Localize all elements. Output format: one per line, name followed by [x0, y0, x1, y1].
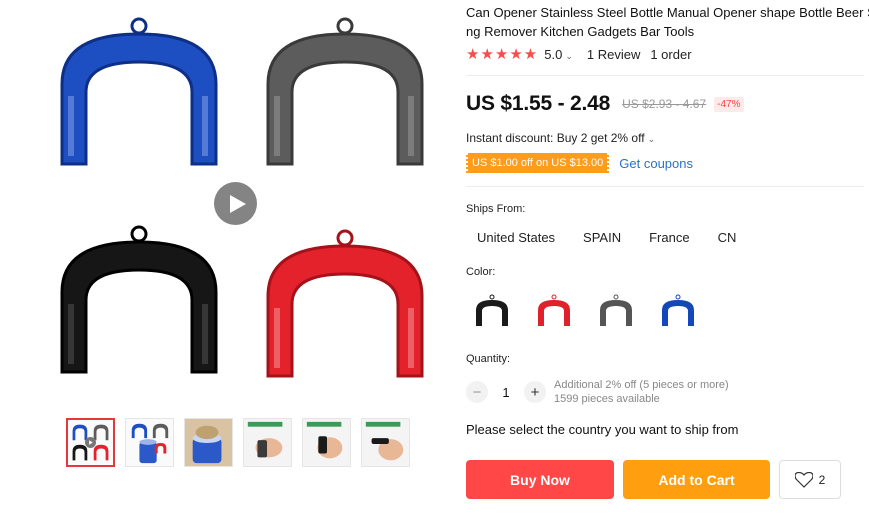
blue-opener-image: [44, 14, 234, 184]
thumbnail-strip: [66, 418, 410, 467]
divider: [466, 75, 864, 76]
ship-option-france[interactable]: France: [639, 222, 699, 253]
thumbnail-4[interactable]: [243, 418, 292, 467]
gray-opener-image: [250, 14, 440, 184]
wishlist-count: 2: [818, 472, 826, 487]
rating-value[interactable]: 5.0 ⌄: [544, 47, 573, 62]
ships-from-options: United States SPAIN France CN: [466, 222, 754, 253]
wishlist-button[interactable]: 2: [779, 460, 841, 499]
main-product-image[interactable]: [36, 14, 436, 392]
divider: [466, 186, 864, 187]
ship-country-message: Please select the country you want to sh…: [466, 422, 739, 437]
play-icon: [229, 194, 246, 213]
product-info: Can Opener Stainless Steel Bottle Manual…: [464, 0, 869, 528]
thumbnail-5[interactable]: [302, 418, 351, 467]
product-title-line-2: ng Remover Kitchen Gadgets Bar Tools: [466, 24, 695, 39]
chevron-down-icon: ⌄: [647, 134, 656, 144]
chevron-down-icon: ⌄: [565, 50, 573, 61]
heart-icon: [794, 471, 813, 488]
image-gallery: [0, 0, 455, 528]
thumbnail-1[interactable]: [66, 418, 115, 467]
action-buttons: Buy Now Add to Cart 2: [466, 460, 841, 499]
color-option-red[interactable]: [528, 290, 580, 334]
play-video-button[interactable]: [214, 182, 257, 225]
instant-discount[interactable]: Instant discount: Buy 2 get 2% off ⌄: [466, 131, 655, 145]
quantity-plus-button[interactable]: +: [524, 381, 546, 403]
stock-available: 1599 pieces available: [554, 393, 660, 405]
quantity-value[interactable]: 1: [488, 385, 524, 400]
ships-from-label: Ships From:: [466, 203, 526, 215]
thumbnail-6[interactable]: [361, 418, 410, 467]
red-opener-image: [250, 226, 440, 396]
bulk-discount-note: Additional 2% off (5 pieces or more): [554, 379, 729, 391]
color-option-black[interactable]: [466, 290, 518, 334]
price-range: US $1.55 - 2.48: [466, 92, 611, 115]
discount-badge: -47%: [714, 96, 744, 112]
coupon-badge[interactable]: US $1.00 off on US $13.00: [464, 153, 611, 173]
thumbnail-3[interactable]: [184, 418, 233, 467]
quantity-note: Additional 2% off (5 pieces or more) 159…: [554, 378, 729, 406]
rating-stars: ★★★★★: [466, 46, 539, 63]
ship-option-united-states[interactable]: United States: [466, 222, 565, 253]
review-count[interactable]: 1 Review: [587, 47, 640, 62]
quantity-minus-button[interactable]: −: [466, 381, 488, 403]
color-option-blue[interactable]: [652, 290, 704, 334]
ship-option-spain[interactable]: SPAIN: [573, 222, 631, 253]
quantity-label: Quantity:: [466, 353, 511, 365]
original-price: US $2.93 - 4.67: [622, 97, 707, 111]
get-coupons-link[interactable]: Get coupons: [619, 156, 693, 171]
price-row: US $1.55 - 2.48 US $2.93 - 4.67 -47%: [466, 92, 744, 116]
black-opener-image: [44, 222, 234, 392]
quantity-stepper: − 1 + Additional 2% off (5 pieces or mor…: [466, 378, 729, 406]
ship-option-cn[interactable]: CN: [708, 222, 747, 253]
add-to-cart-button[interactable]: Add to Cart: [623, 460, 770, 499]
buy-now-button[interactable]: Buy Now: [466, 460, 614, 499]
order-count: 1 order: [650, 46, 692, 62]
thumbnail-2[interactable]: [125, 418, 174, 467]
coupon-row: US $1.00 off on US $13.00 Get coupons: [464, 153, 693, 173]
rating-row: ★★★★★ 5.0 ⌄ 1 Review 1 order: [466, 45, 692, 63]
color-options: [466, 290, 704, 334]
color-option-gray[interactable]: [590, 290, 642, 334]
color-label: Color:: [466, 266, 496, 278]
product-title: Can Opener Stainless Steel Bottle Manual…: [466, 3, 869, 41]
product-title-line-1: Can Opener Stainless Steel Bottle Manual…: [466, 5, 869, 20]
